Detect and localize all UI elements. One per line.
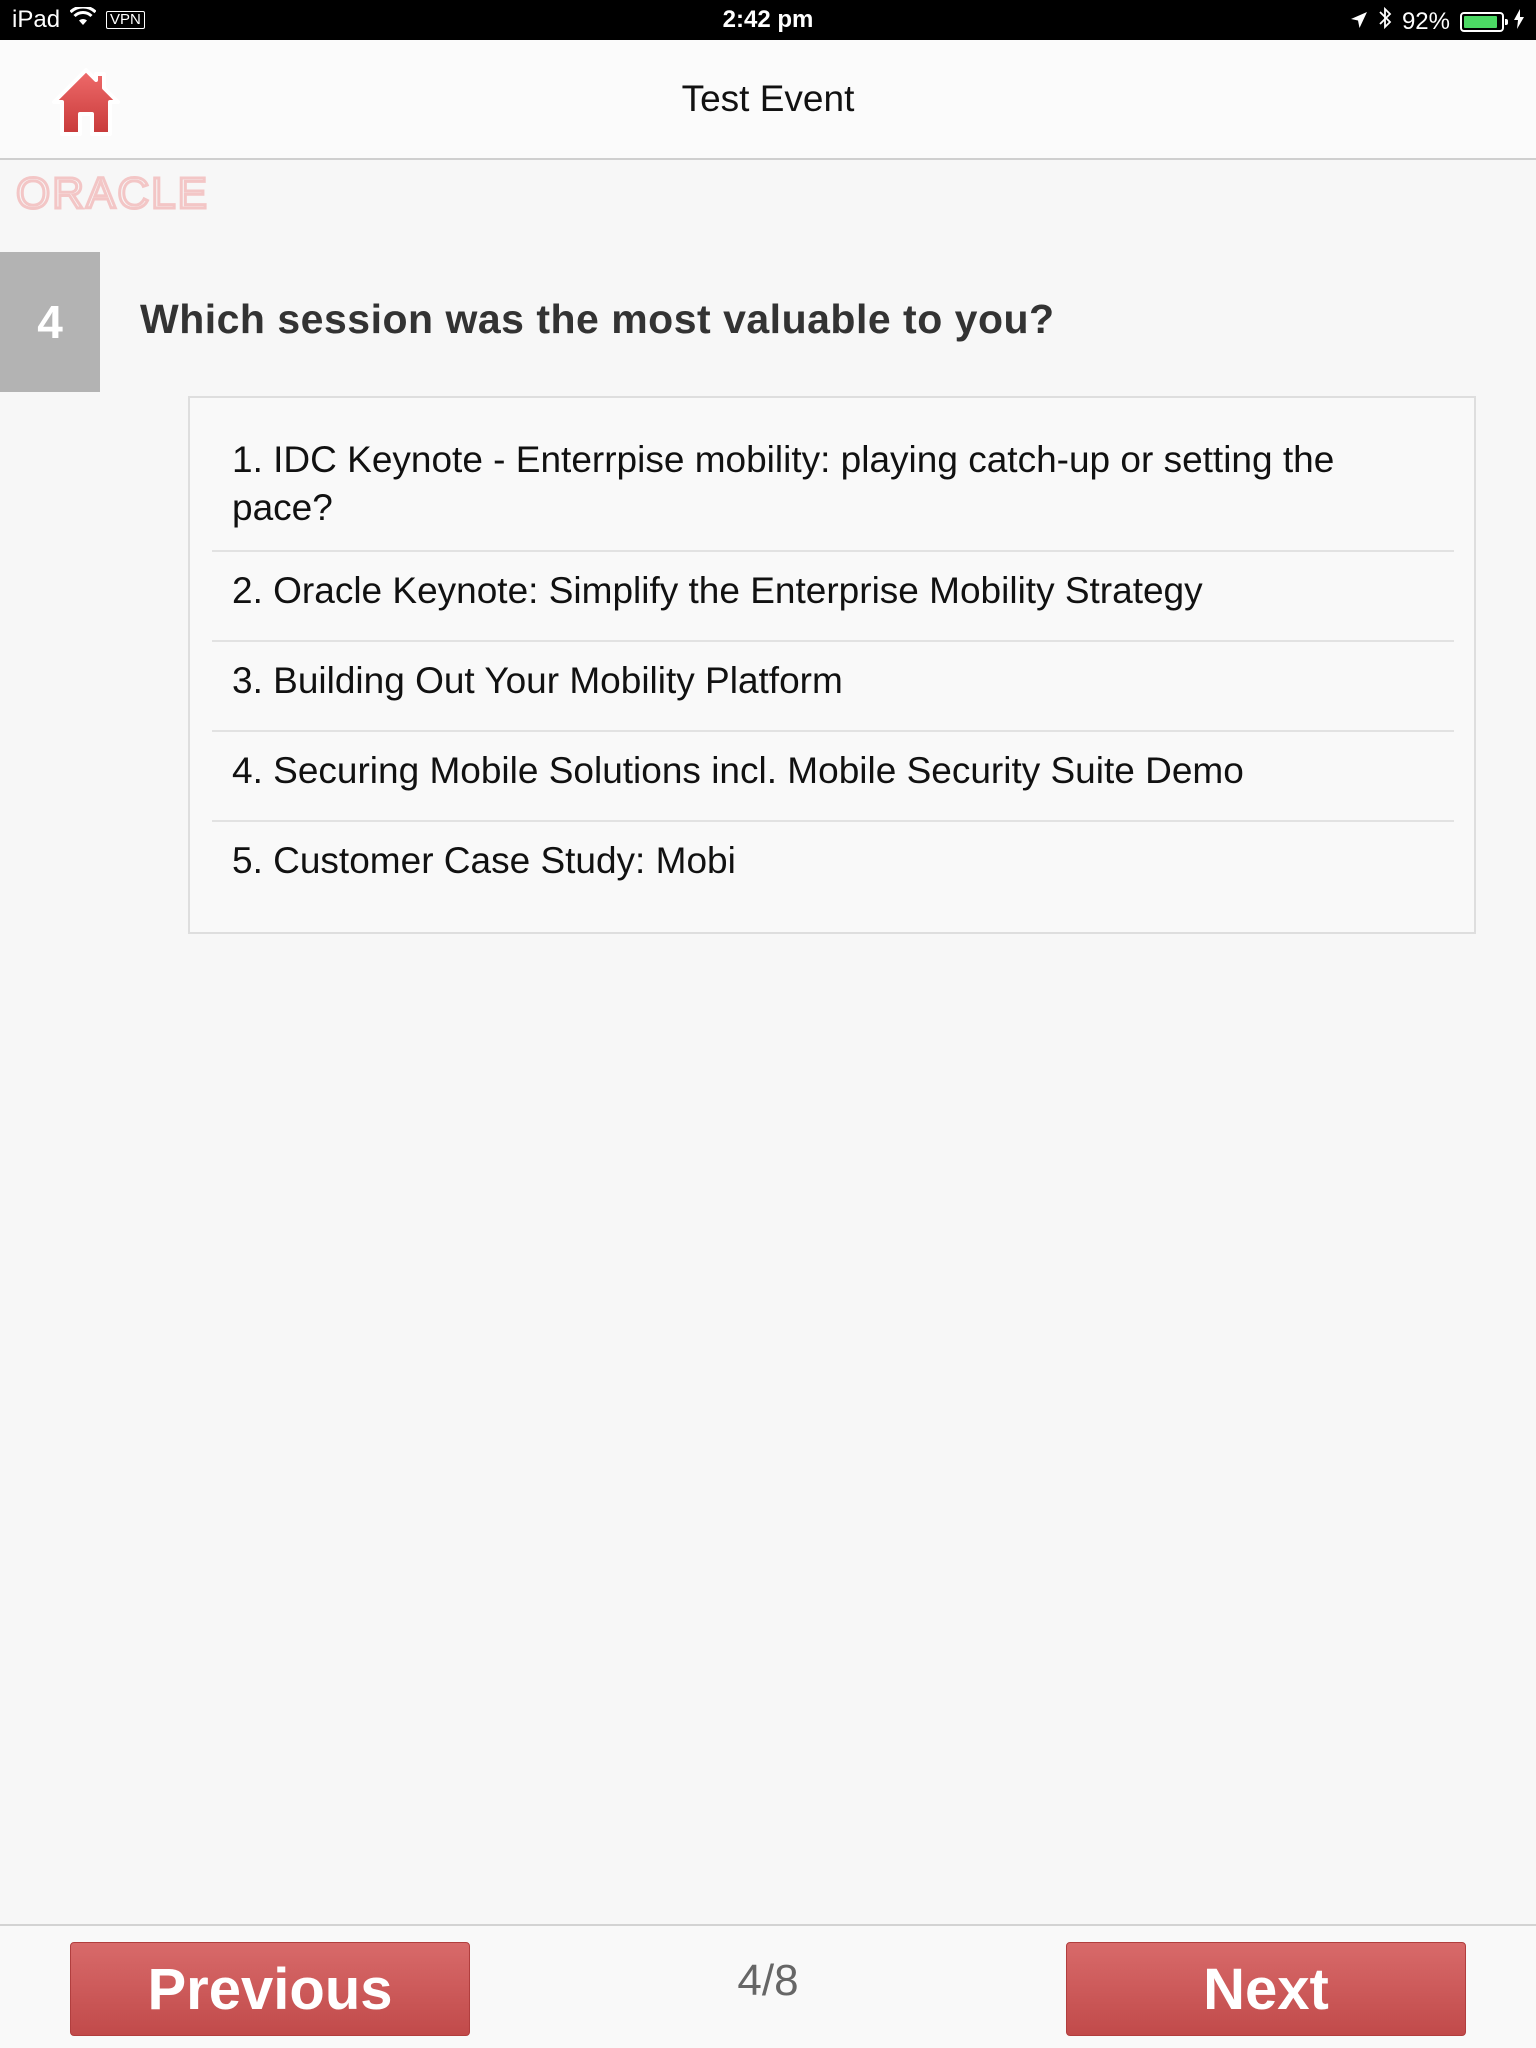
battery-nub [1505,18,1508,25]
status-right: 92% [1350,6,1524,37]
question-text: Which session was the most valuable to y… [140,296,1055,342]
oracle-logo-text: ORACLE [16,169,209,216]
bottom-toolbar: Previous 4/8 Next [0,1924,1536,2048]
bluetooth-icon [1378,6,1392,37]
navigation-bar: Test Event [0,40,1536,160]
location-arrow-icon [1350,8,1368,36]
option-1[interactable]: 1. IDC Keynote - Enterrpise mobility: pl… [212,426,1454,552]
charging-icon [1514,8,1524,36]
page-title: Test Event [681,78,855,119]
status-time: 2:42 pm [722,6,814,33]
question-number-badge: 4 [0,252,100,392]
battery-icon [1460,11,1508,32]
option-5[interactable]: 5. Customer Case Study: Mobi [212,822,1454,912]
answer-options-list: 1. IDC Keynote - Enterrpise mobility: pl… [188,396,1476,934]
option-2[interactable]: 2. Oracle Keynote: Simplify the Enterpri… [212,552,1454,642]
option-4[interactable]: 4. Securing Mobile Solutions incl. Mobil… [212,732,1454,822]
oracle-logo: ORACLE [15,168,272,220]
battery-level [1464,15,1498,28]
option-3[interactable]: 3. Building Out Your Mobility Platform [212,642,1454,732]
status-bar: iPad VPN 2:42 pm 92% [0,0,1536,40]
battery-percent: 92% [1401,7,1450,35]
next-button[interactable]: Next [1066,1942,1466,2036]
